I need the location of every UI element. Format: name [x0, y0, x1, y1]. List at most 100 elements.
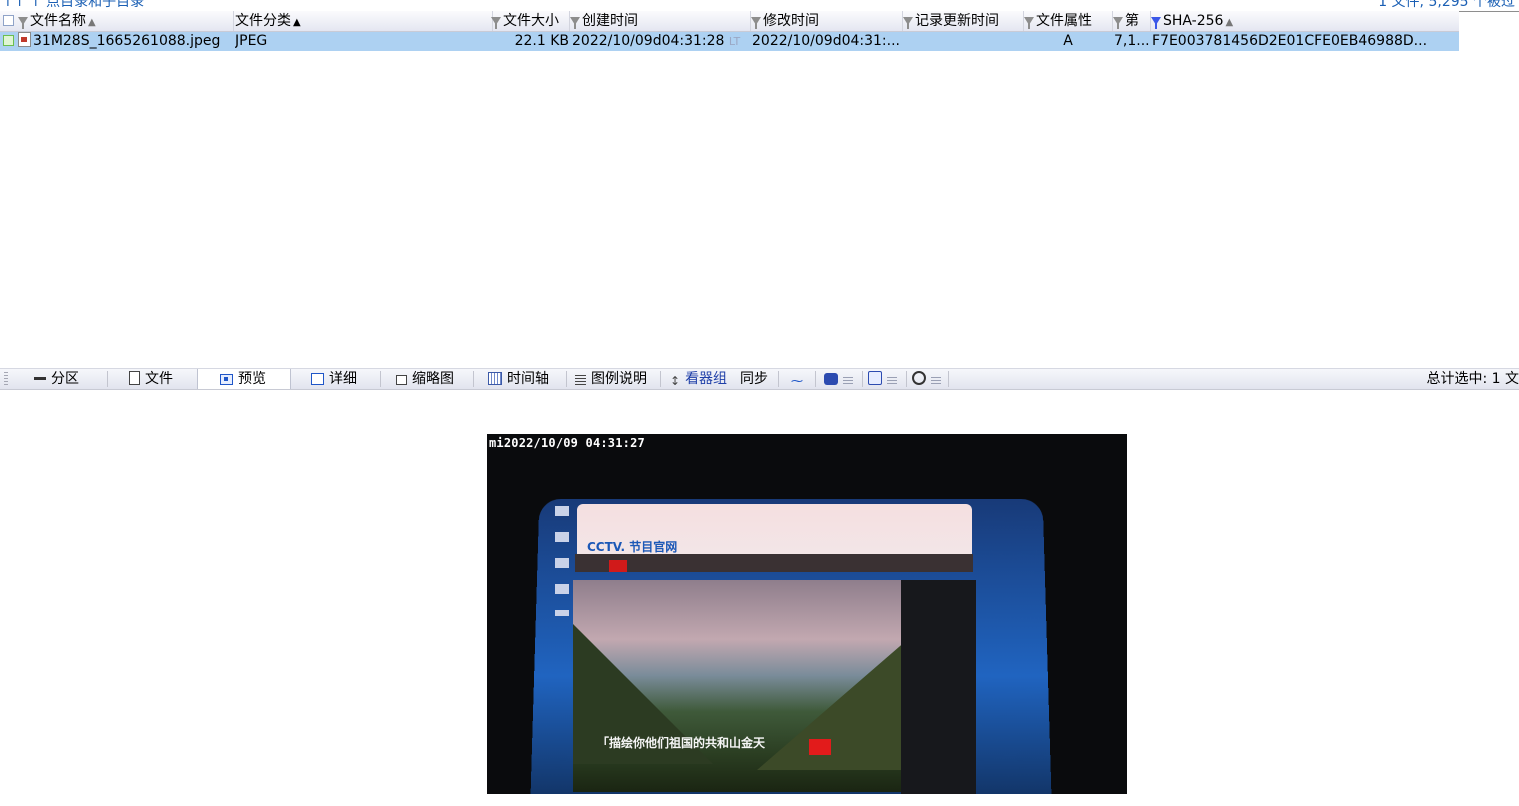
filter-icon[interactable] — [1024, 17, 1034, 29]
tab-details[interactable]: 详细 — [311, 369, 357, 389]
locate-button[interactable] — [912, 369, 946, 389]
search-button[interactable] — [824, 369, 858, 389]
binoculars-icon — [824, 373, 838, 385]
divider — [660, 371, 661, 387]
cell-modified: 2022/10/09d04:31:... — [752, 33, 900, 49]
file-name: 31M28S_1665261088.jpeg — [33, 33, 221, 49]
network-button[interactable] — [868, 369, 902, 389]
calendar-icon — [488, 372, 502, 385]
sort-asc-icon: ▲ — [88, 17, 96, 28]
column-header-size[interactable]: 文件大小 — [491, 11, 570, 31]
column-label: 文件名称 — [30, 13, 86, 29]
divider — [566, 371, 567, 387]
tab-label: 文件 — [145, 371, 173, 387]
tab-file[interactable]: 文件 — [129, 369, 173, 389]
tab-label: 时间轴 — [507, 371, 549, 387]
selection-status: 总计选中: 1 文 — [1426, 371, 1519, 387]
tab-label: 图例说明 — [591, 371, 647, 387]
cell-type: JPEG — [235, 33, 268, 49]
network-icon — [868, 371, 882, 385]
image-preview: CCTV. 节目官网 「描绘你他们祖国的共和山金天 mi2022/10/09 0… — [487, 434, 1127, 794]
cell-attributes: A — [1063, 33, 1073, 49]
column-label: 修改时间 — [763, 13, 819, 29]
crosshair-icon — [912, 371, 926, 385]
tab-label: 看器组 — [685, 371, 728, 387]
cell-name[interactable]: 31M28S_1665261088.jpeg — [0, 32, 233, 51]
filter-icon[interactable] — [903, 17, 913, 29]
tab-viewer-group[interactable]: ↕ 看器组 — [670, 369, 727, 389]
row-checkbox[interactable] — [3, 35, 14, 46]
sync-button[interactable]: 同步 — [740, 369, 768, 389]
column-header-created[interactable]: 创建时间 — [570, 11, 751, 31]
tab-label: 详细 — [329, 371, 357, 387]
divider — [473, 371, 474, 387]
updown-arrows-icon: ↕ — [670, 374, 681, 388]
filter-icon[interactable] — [751, 17, 761, 29]
tab-label: 预览 — [238, 371, 266, 387]
cell-record-updated — [903, 32, 1023, 51]
table-row[interactable]: 31M28S_1665261088.jpeg JPEG 22.1 KB 2022… — [0, 32, 1459, 51]
column-label: 创建时间 — [582, 13, 638, 29]
column-header-type[interactable]: 文件分类 ▲ — [233, 11, 493, 31]
column-header-sha256[interactable]: SHA-256 ▲ — [1151, 11, 1459, 31]
sort-asc-icon: ▲ — [293, 17, 301, 28]
column-header-name[interactable]: 文件名称 ▲ — [0, 11, 234, 31]
tab-thumbnails[interactable]: 缩略图 — [396, 369, 454, 389]
details-icon — [311, 373, 324, 385]
filter-icon[interactable] — [18, 17, 28, 29]
wave-icon: ⁓ — [791, 374, 803, 388]
cell-sha256: F7E003781456D2E01CFE0EB46988D... — [1152, 33, 1428, 49]
divider — [948, 371, 949, 387]
toolbar-grip[interactable] — [4, 372, 8, 386]
tab-timeline[interactable]: 时间轴 — [488, 369, 549, 389]
path-breadcrumb[interactable]: ↑↑ ↑ 点目录和子目录 — [2, 0, 144, 11]
filter-icon[interactable] — [1113, 17, 1123, 29]
active-nav-tab — [609, 560, 627, 572]
list-lines-icon — [931, 377, 941, 385]
sort-indicator-icon: ▲ — [1225, 17, 1234, 28]
column-label: 文件大小 — [503, 13, 559, 29]
wave-button[interactable]: ⁓ — [791, 369, 808, 389]
thumbnail-icon — [396, 375, 407, 385]
site-nav-bar — [575, 554, 973, 572]
column-header-modified[interactable]: 修改时间 — [751, 11, 903, 31]
cell-first: 7,1... — [1114, 33, 1150, 49]
tab-label: 缩略图 — [412, 371, 454, 387]
column-label: 第 — [1125, 13, 1139, 29]
filter-icon[interactable] — [570, 17, 580, 29]
column-label: 文件属性 — [1036, 13, 1092, 29]
filter-icon[interactable] — [491, 17, 501, 29]
divider — [107, 371, 108, 387]
column-header-record-updated[interactable]: 记录更新时间 — [903, 11, 1024, 31]
video-subtitle: 「描绘你他们祖国的共和山金天 — [597, 736, 766, 750]
divider — [906, 371, 907, 387]
list-lines-icon — [843, 377, 853, 385]
divider — [862, 371, 863, 387]
column-label: 文件分类 — [235, 13, 291, 29]
time-zone-tag: LT — [728, 35, 741, 48]
cell-created: 2022/10/09d04:31:28 LT — [572, 32, 750, 51]
column-header-first[interactable]: 第 — [1113, 11, 1151, 31]
mountain-right — [757, 640, 907, 770]
partition-icon — [34, 377, 46, 380]
list-icon — [575, 375, 586, 385]
red-logo-tag — [809, 739, 831, 755]
website-brand: CCTV. 节目官网 — [587, 540, 678, 554]
column-header-attributes[interactable]: 文件属性 — [1024, 11, 1113, 31]
cell-size: 22.1 KB — [514, 33, 569, 49]
column-label: SHA-256 — [1163, 13, 1224, 29]
filter-active-icon[interactable] — [1151, 17, 1161, 29]
divider — [815, 371, 816, 387]
created-value: 2022/10/09d04:31:28 — [572, 33, 725, 49]
select-all-checkbox[interactable] — [3, 15, 14, 26]
channel-sidebar — [901, 580, 976, 794]
preview-icon — [220, 374, 233, 385]
divider — [778, 371, 779, 387]
desktop-icons — [555, 506, 569, 616]
tab-preview[interactable]: 预览 — [197, 369, 291, 389]
tab-legend[interactable]: 图例说明 — [575, 369, 647, 389]
tab-partition[interactable]: 分区 — [34, 369, 79, 389]
tab-label: 分区 — [51, 371, 79, 387]
file-icon — [129, 371, 140, 385]
divider — [380, 371, 381, 387]
